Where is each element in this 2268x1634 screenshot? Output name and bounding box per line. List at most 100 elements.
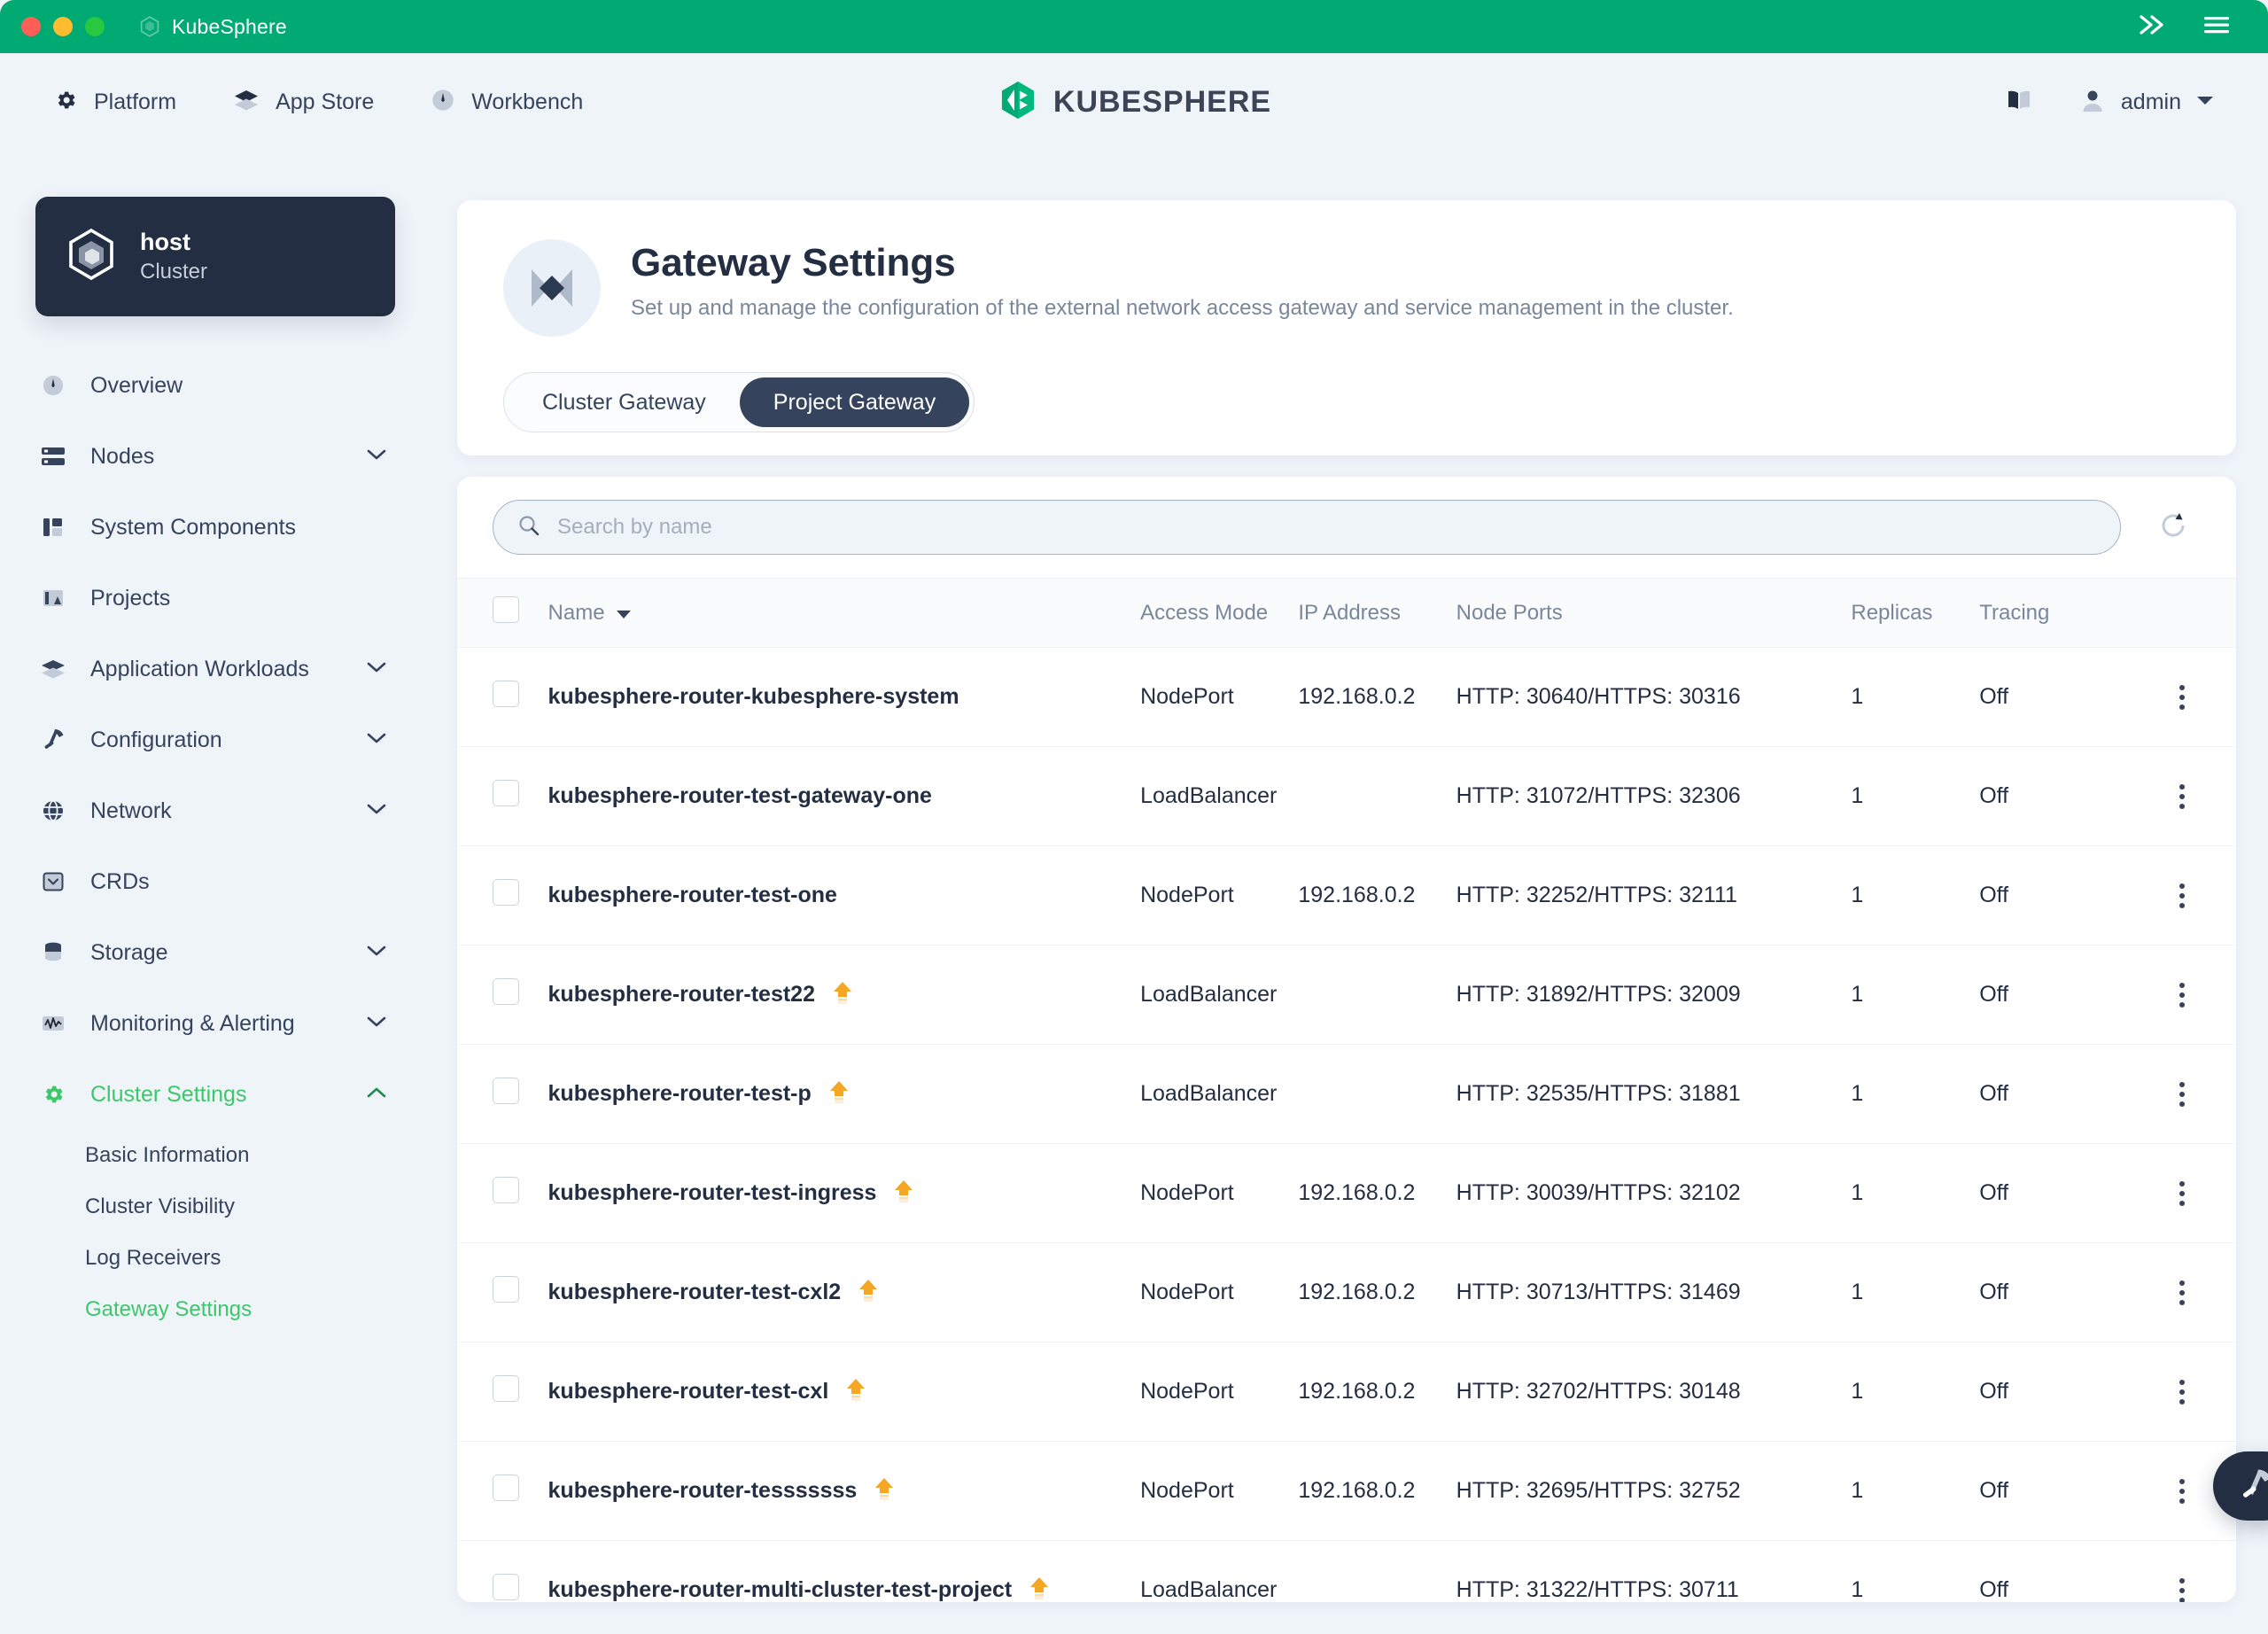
table-row[interactable]: kubesphere-router-test22LoadBalancerHTTP…	[457, 945, 2236, 1045]
chevron-down-icon[interactable]	[365, 802, 388, 821]
row-checkbox[interactable]	[493, 1474, 519, 1501]
sidebar-item-overview[interactable]: Overview	[0, 350, 425, 421]
row-select-cell	[457, 1144, 548, 1243]
kebab-more-icon[interactable]	[2127, 883, 2236, 908]
table-row[interactable]: kubesphere-router-test-pLoadBalancerHTTP…	[457, 1045, 2236, 1144]
gateway-name-link[interactable]: kubesphere-router-test-ingress	[548, 1180, 877, 1206]
row-checkbox[interactable]	[493, 780, 519, 806]
select-all-checkbox[interactable]	[493, 596, 519, 623]
gateway-name-link[interactable]: kubesphere-router-test-cxl	[548, 1379, 829, 1404]
table-row[interactable]: kubesphere-router-test-ingressNodePort19…	[457, 1144, 2236, 1243]
table-row[interactable]: kubesphere-router-test-gateway-oneLoadBa…	[457, 747, 2236, 846]
window-title: KubeSphere	[172, 15, 287, 39]
chevron-double-right-icon[interactable]	[2133, 11, 2171, 43]
global-nav-item-workbench[interactable]: Workbench	[431, 88, 583, 117]
kebab-more-icon[interactable]	[2127, 1181, 2236, 1206]
row-tracing: Off	[1979, 846, 2127, 945]
search-input[interactable]	[557, 515, 2097, 540]
hammer-icon	[2237, 1466, 2268, 1507]
tab-cluster-gateway[interactable]: Cluster Gateway	[509, 377, 740, 427]
upload-arrow-icon[interactable]	[1026, 1574, 1052, 1602]
chevron-down-icon[interactable]	[365, 731, 388, 750]
sidebar-subitem-log-receivers[interactable]: Log Receivers	[0, 1233, 425, 1284]
sidebar-item-network[interactable]: Network	[0, 775, 425, 846]
sidebar-item-label: Network	[90, 798, 172, 824]
global-nav-item-platform[interactable]: Platform	[53, 88, 176, 117]
sidebar-item-application-workloads[interactable]: Application Workloads	[0, 634, 425, 704]
sidebar-item-system-components[interactable]: System Components	[0, 492, 425, 563]
sidebar-subitem-cluster-visibility[interactable]: Cluster Visibility	[0, 1181, 425, 1233]
upload-arrow-icon[interactable]	[843, 1375, 869, 1408]
chevron-up-icon[interactable]	[365, 1085, 388, 1104]
upload-arrow-icon[interactable]	[855, 1276, 882, 1309]
row-checkbox[interactable]	[493, 1078, 519, 1104]
row-name-cell: kubesphere-router-test-cxl2	[548, 1243, 1141, 1342]
kebab-more-icon[interactable]	[2127, 784, 2236, 809]
row-tracing: Off	[1979, 1045, 2127, 1144]
gateway-name-link[interactable]: kubesphere-router-test-one	[548, 883, 837, 908]
row-checkbox[interactable]	[493, 1574, 519, 1600]
sidebar-item-projects[interactable]: Projects	[0, 563, 425, 634]
global-nav-item-app-store[interactable]: App Store	[233, 88, 374, 117]
table-toolbar	[457, 477, 2236, 578]
table-row[interactable]: kubesphere-router-kubesphere-systemNodeP…	[457, 648, 2236, 747]
sidebar-item-crds[interactable]: CRDs	[0, 846, 425, 917]
sidebar-item-monitoring-alerting[interactable]: Monitoring & Alerting	[0, 988, 425, 1059]
gateway-name-link[interactable]: kubesphere-router-kubesphere-system	[548, 684, 959, 710]
sidebar-item-configuration[interactable]: Configuration	[0, 704, 425, 775]
kebab-more-icon[interactable]	[2127, 1380, 2236, 1404]
gateway-name-link[interactable]: kubesphere-router-multi-cluster-test-pro…	[548, 1577, 1013, 1602]
table-row[interactable]: kubesphere-router-test-cxlNodePort192.16…	[457, 1342, 2236, 1442]
user-menu[interactable]: admin	[2078, 86, 2215, 119]
kebab-more-icon[interactable]	[2127, 685, 2236, 710]
minimize-window-button[interactable]	[53, 17, 73, 36]
chevron-down-icon[interactable]	[365, 660, 388, 679]
row-checkbox[interactable]	[493, 978, 519, 1005]
upload-arrow-icon[interactable]	[829, 978, 856, 1011]
chevron-down-icon[interactable]	[365, 447, 388, 466]
gateway-table-body: kubesphere-router-kubesphere-systemNodeP…	[457, 648, 2236, 1603]
upload-arrow-icon[interactable]	[871, 1474, 897, 1507]
sidebar-subitem-basic-information[interactable]: Basic Information	[0, 1130, 425, 1181]
upload-arrow-icon[interactable]	[826, 1078, 852, 1110]
row-actions-cell	[2127, 648, 2236, 747]
row-checkbox[interactable]	[493, 1177, 519, 1203]
maximize-window-button[interactable]	[85, 17, 105, 36]
sort-by-name-button[interactable]: Name	[548, 601, 632, 626]
row-checkbox[interactable]	[493, 879, 519, 906]
sidebar-item-storage[interactable]: Storage	[0, 917, 425, 988]
kebab-more-icon[interactable]	[2127, 1578, 2236, 1602]
gateway-name-link[interactable]: kubesphere-router-test-cxl2	[548, 1280, 842, 1305]
row-actions-cell	[2127, 846, 2236, 945]
table-row[interactable]: kubesphere-router-test-oneNodePort192.16…	[457, 846, 2236, 945]
row-checkbox[interactable]	[493, 1375, 519, 1402]
row-checkbox[interactable]	[493, 681, 519, 707]
gateway-name-link[interactable]: kubesphere-router-test-p	[548, 1081, 812, 1107]
user-name-label: admin	[2121, 89, 2181, 115]
tab-project-gateway[interactable]: Project Gateway	[740, 377, 969, 427]
sidebar-subitem-gateway-settings[interactable]: Gateway Settings	[0, 1284, 425, 1335]
sidebar-subnav-cluster-settings: Basic Information Cluster Visibility Log…	[0, 1130, 425, 1335]
chevron-down-icon[interactable]	[365, 944, 388, 962]
table-row[interactable]: kubesphere-router-test-cxl2NodePort192.1…	[457, 1243, 2236, 1342]
refresh-button[interactable]	[2146, 500, 2201, 555]
book-icon[interactable]	[2004, 88, 2034, 117]
table-row[interactable]: kubesphere-router-multi-cluster-test-pro…	[457, 1541, 2236, 1603]
row-checkbox[interactable]	[493, 1276, 519, 1303]
gateway-name-link[interactable]: kubesphere-router-test22	[548, 982, 815, 1008]
chevron-down-icon[interactable]	[365, 1015, 388, 1033]
close-window-button[interactable]	[21, 17, 41, 36]
upload-arrow-icon[interactable]	[890, 1177, 917, 1210]
search-box[interactable]	[493, 500, 2121, 555]
hamburger-menu-icon[interactable]	[2201, 12, 2233, 42]
gateway-name-link[interactable]: kubesphere-router-tesssssss	[548, 1478, 858, 1504]
column-header-label: Name	[548, 601, 605, 626]
kebab-more-icon[interactable]	[2127, 983, 2236, 1008]
gateway-name-link[interactable]: kubesphere-router-test-gateway-one	[548, 783, 932, 809]
kebab-more-icon[interactable]	[2127, 1280, 2236, 1305]
kebab-more-icon[interactable]	[2127, 1082, 2236, 1107]
table-row[interactable]: kubesphere-router-tesssssssNodePort192.1…	[457, 1442, 2236, 1541]
sidebar-item-cluster-settings[interactable]: Cluster Settings	[0, 1059, 425, 1130]
cluster-selector-card[interactable]: host Cluster	[35, 197, 395, 316]
sidebar-item-nodes[interactable]: Nodes	[0, 421, 425, 492]
